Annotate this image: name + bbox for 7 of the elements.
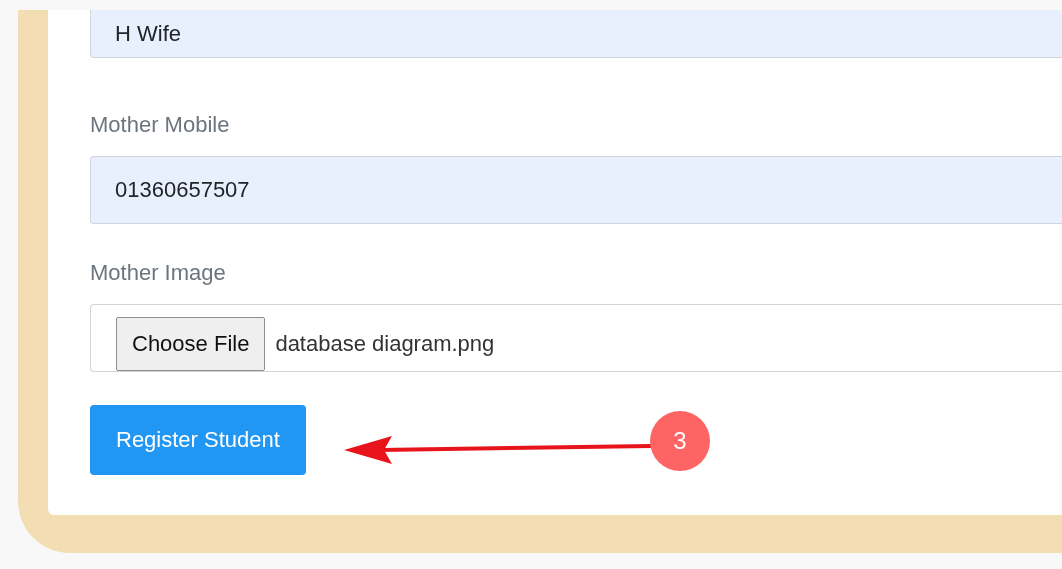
- field-label: Mother Image: [90, 260, 227, 286]
- file-input-field[interactable]: Choose File database diagram.png: [90, 304, 1062, 372]
- file-name: database diagram.png: [275, 331, 495, 357]
- choose-file-button[interactable]: Choose File: [116, 317, 266, 371]
- input-field[interactable]: 01360657507: [90, 156, 1062, 224]
- input-field[interactable]: H Wife: [90, 10, 1062, 58]
- field-label: Mother Mobile: [90, 112, 231, 138]
